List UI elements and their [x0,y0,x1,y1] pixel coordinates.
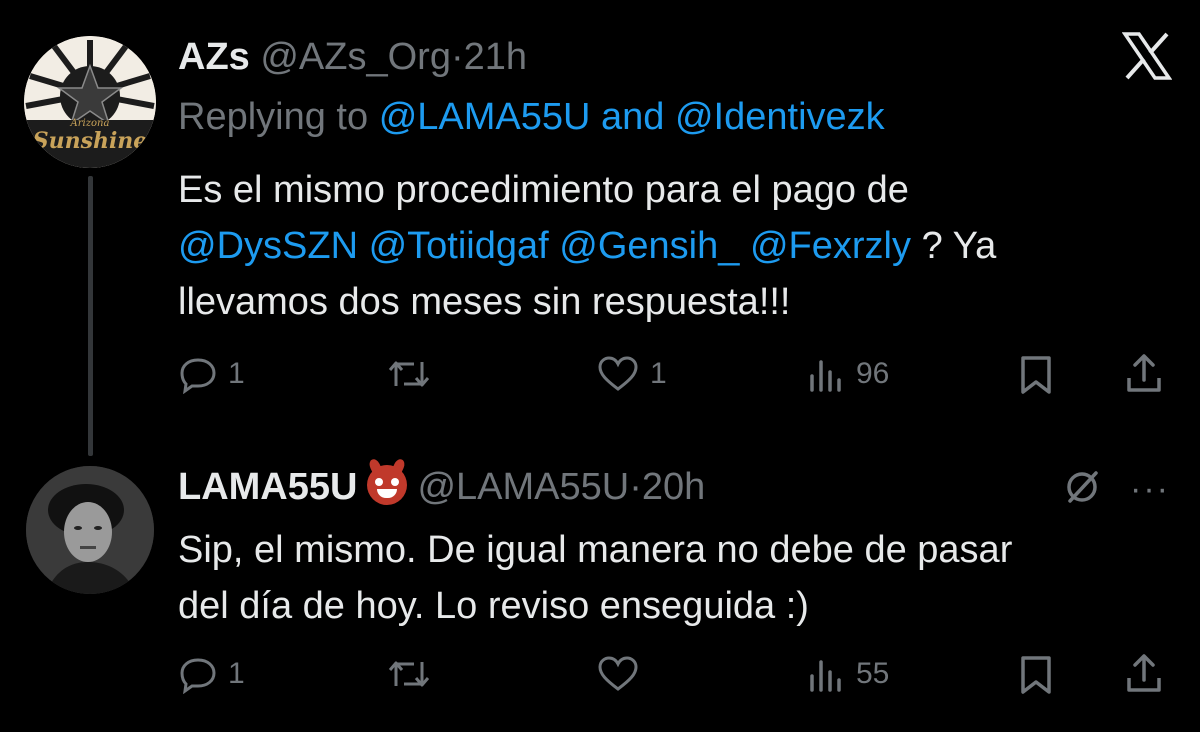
reply-count: 1 [228,357,245,390]
tweet-text: Sip, el mismo. De igual manera no debe d… [178,522,1168,634]
display-name[interactable]: AZs [178,36,250,78]
mention-link[interactable]: @Fexrzly [750,225,911,267]
text-line: llevamos dos meses sin respuesta!!! [178,281,791,323]
profile-photo [26,466,154,594]
text-line: Es el mismo procedimiento para el pago d… [178,169,909,211]
repost-button[interactable] [386,654,432,694]
views-button[interactable]: 55 [806,654,889,694]
text-after-mentions: ? Ya [921,225,997,267]
display-name[interactable]: LAMA55U [178,466,357,508]
tweet-azs: Arizona Sunshine AZs @AZs_Org·21h Replyi… [0,0,1200,440]
heart-icon [598,356,638,391]
replying-to: Replying to @LAMA55U and @Identivezk [178,94,885,140]
share-button[interactable] [1124,652,1164,694]
tweet-lama55u: LAMA55U @LAMA55U·20h Sip, el mismo. De ig… [0,440,1200,732]
grok-icon[interactable] [1062,467,1102,512]
bookmark-button[interactable] [1018,354,1054,396]
share-icon [1127,654,1161,692]
views-count: 96 [856,357,890,390]
ogre-emoji-icon [367,465,408,505]
mention-link[interactable]: @LAMA55U [379,96,591,138]
heart-icon [598,656,638,691]
text-line: del día de hoy. Lo reviso enseguida :) [178,585,809,627]
reply-icon [180,658,216,694]
text-line: Sip, el mismo. De igual manera no debe d… [178,529,1013,571]
mention-link[interactable]: @DysSZN [178,225,358,267]
reply-button[interactable]: 1 [178,354,245,394]
bookmark-icon [1021,356,1051,394]
thread-line [88,176,93,456]
reply-count: 1 [228,657,245,690]
views-count: 55 [856,657,890,690]
text-line: @DysSZN @Totiidgaf @Gensih_ @Fexrzly ? Y… [178,218,1168,274]
replying-prefix: Replying to [178,96,369,138]
views-icon [810,660,841,692]
reply-button[interactable]: 1 [178,654,245,694]
like-button[interactable] [596,654,640,694]
tweet-header: AZs @AZs_Org·21h [178,34,527,80]
repost-button[interactable] [386,354,432,394]
bookmark-icon [1021,656,1051,694]
tweet-text: Es el mismo procedimiento para el pago d… [178,162,1168,330]
user-handle[interactable]: @LAMA55U [417,466,629,508]
timestamp[interactable]: 20h [642,466,705,508]
user-handle[interactable]: @AZs_Org [260,36,451,78]
tweet-header: LAMA55U @LAMA55U·20h [178,464,705,510]
avatar-azs[interactable]: Arizona Sunshine [24,36,156,168]
avatar-lama55u[interactable] [26,466,154,594]
separator-dot: · [629,466,642,508]
like-button[interactable]: 1 [596,354,667,394]
share-icon [1127,354,1161,392]
x-logo-icon[interactable] [1121,32,1173,85]
more-options-button[interactable]: ··· [1130,470,1170,509]
repost-icon [388,361,430,387]
repost-icon [388,661,430,687]
avatar-text: Sunshine [32,128,148,154]
bookmark-button[interactable] [1018,654,1054,696]
timestamp[interactable]: 21h [464,36,527,78]
like-count: 1 [650,357,667,390]
mention-link[interactable]: @Totiidgaf [369,225,549,267]
views-icon [810,360,841,392]
mention-link[interactable]: @Identivezk [675,96,885,138]
mention-link[interactable]: @Gensih_ [559,225,739,267]
separator-dot: · [450,36,464,78]
share-button[interactable] [1124,352,1164,394]
replying-and[interactable]: and [601,96,664,138]
views-button[interactable]: 96 [806,354,889,394]
reply-icon [180,358,216,394]
